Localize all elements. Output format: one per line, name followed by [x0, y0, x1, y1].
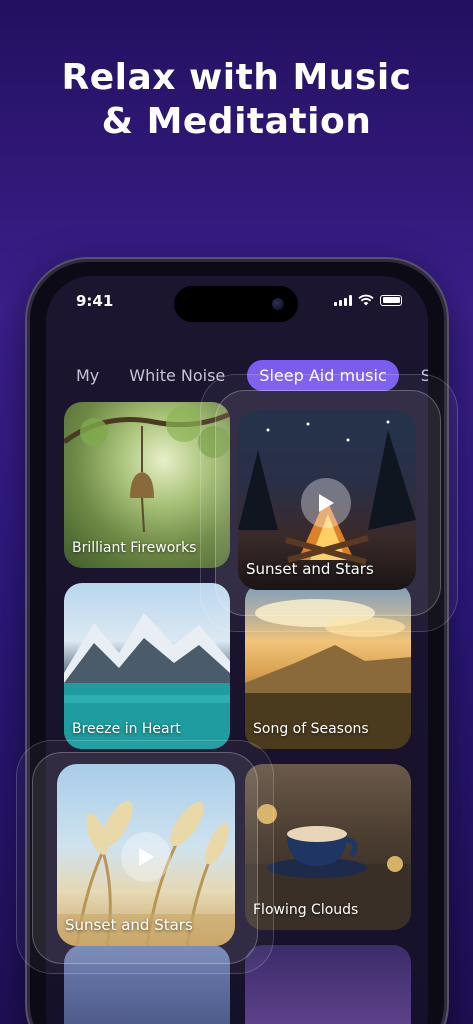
- wifi-icon: [358, 294, 374, 306]
- headline-line-1: Relax with Music: [61, 57, 412, 98]
- play-icon: [319, 494, 334, 512]
- card-title: Sunset and Stars: [246, 560, 374, 578]
- cellular-signal-icon: [334, 294, 352, 306]
- music-card-playing[interactable]: Sunset and Stars: [238, 410, 416, 590]
- tab-my[interactable]: My: [68, 360, 107, 391]
- play-icon: [139, 848, 154, 866]
- battery-icon: [380, 294, 402, 306]
- card-title: Brilliant Fireworks: [72, 540, 197, 556]
- music-card-playing[interactable]: Sunset and Stars: [57, 764, 235, 946]
- headline-line-2: & Meditation: [101, 101, 372, 142]
- card-title: Sunset and Stars: [65, 916, 193, 934]
- card-title: Song of Seasons: [253, 721, 369, 737]
- headline: Relax with Music & Meditation: [0, 56, 473, 144]
- status-icons: [334, 294, 402, 306]
- play-button[interactable]: [121, 832, 171, 882]
- music-card[interactable]: [245, 945, 411, 1024]
- play-button[interactable]: [301, 478, 351, 528]
- dynamic-island: [174, 286, 298, 322]
- camera-icon: [272, 298, 284, 310]
- status-time: 9:41: [76, 292, 114, 310]
- card-title: Breeze in Heart: [72, 721, 181, 737]
